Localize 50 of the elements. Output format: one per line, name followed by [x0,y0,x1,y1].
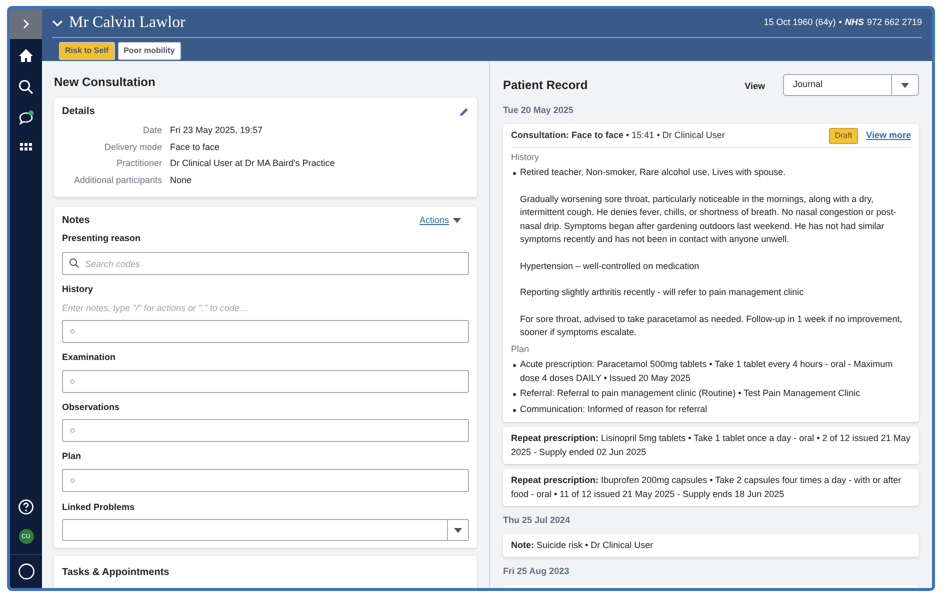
view-select[interactable]: Journal [783,74,919,96]
journal-date: Tue 20 May 2025 [503,104,574,117]
record-text: Hypertension – well-controlled on medication [519,260,700,273]
section-title: Patient Record [503,77,589,94]
field-label: Examination [62,351,117,364]
field-label: Observations [62,400,121,414]
record-text: Reporting slightly arthritis recently - will refer to pain management clinic [519,286,805,299]
detail-value: Fri 23 May 2025, 19:57 [170,124,264,137]
section-label: History [511,150,540,164]
field-label: Plan [62,450,82,463]
field-label: Presenting reason [62,232,142,245]
view-label: View [744,80,765,94]
detail-label: Date [142,124,162,137]
detail-value: Face to face [170,140,221,154]
view-more-link[interactable]: View more [866,128,911,142]
record-text: Repeat prescription: Lisinopril 5mg tablets • Take 1 tablet once a day - oral • 2 of 12 issued 21 May 2025 - Supply ended 02 Jun 2025 [511,433,910,456]
patient-flag: Poor mobility [118,42,181,60]
record-text: Gradually worsening sore throat, particularly noticeable in the mornings, along with a dry, intermittent cough. He denies fever, chills, or shortness of breath. No nasal congestion or post-nasal drip. Symptoms began after gardening outdoors last weekend. He has not had similar symptoms recently and has not been in contact with anyone unwell. [519,192,898,246]
record-text: Communication: Informed of reason for referral [520,402,708,416]
patient-name: Mr Calvin Lawlor [69,13,186,33]
section-title: New Consultation [54,74,156,91]
draft-badge: Draft [828,128,858,144]
journal-date: Thu 25 Jul 2024 [503,514,572,527]
section-label: Plan [511,342,530,356]
field-label: History [62,283,94,296]
code-search-field[interactable]: Search codes [62,252,469,275]
record-text: Referral: Referral to pain management clinic (Routine) • Test Pain Management Clinic [520,387,860,400]
detail-value: Dr Clinical User at Dr MA Baird's Practice [170,157,336,170]
field-hint: Enter notes, type "/" for actions or "." to code... [62,302,248,315]
nhs-label: NHS [844,16,864,30]
consultation-heading: Consultation: Face to face • 15:41 • Dr Clinical User [511,128,726,142]
card-title: Notes [62,214,90,228]
card-title: Tasks & Appointments [62,567,170,578]
detail-label: Delivery mode [103,140,162,154]
separator-dot: • [838,16,842,30]
record-text: For sore throat, advised to take paracetamol as needed. Follow-up in 1 week if no improvement, sooner if symptoms escalate. [519,312,904,339]
journal-date: Fri 25 Aug 2023 [503,565,570,578]
record-text: Note: Suicide risk • Dr Clinical User [511,540,654,550]
record-text: Retired teacher, Non-smoker, Rare alcohol use, Lives with spouse. [520,166,786,179]
detail-value: None [170,174,193,186]
record-text: Acute prescription: Paracetamol 500mg tablets • Take 1 tablet every 4 hours - oral - Maximum dose 4 doses DAILY • Issued 20 May 2025 [520,358,894,385]
record-text: Repeat prescription: Ibuprofen 200mg capsules • Take 2 capsules four times a day - with or after food - oral • 11 of 12 issued 21 May 2025 - Supply ends 18 Jun 2025 [511,475,902,498]
date-of-birth: 15 Oct 1960 (64y) [764,16,836,30]
detail-label: Additional participants [72,174,162,187]
nhs-number: 972 662 2719 [866,16,922,30]
patient-flag: Risk to Self [59,42,115,60]
field-label: Linked Problems [62,500,136,514]
card-title: Details [62,105,95,119]
detail-label: Practitioner [115,157,162,170]
actions-menu[interactable]: Actions [419,214,461,228]
